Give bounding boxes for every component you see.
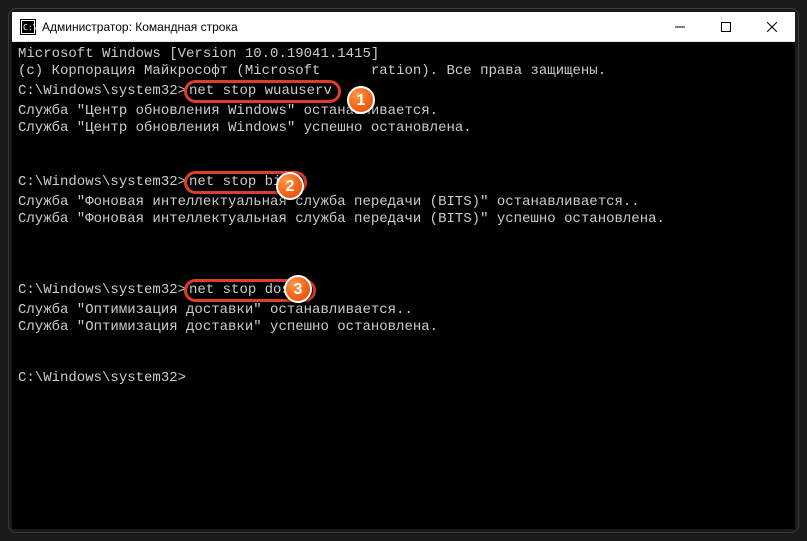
terminal-line: (c) Корпорация Майкрософт (Microsoft Cor… — [18, 63, 789, 80]
prompt: C:\Windows\system32> — [18, 370, 186, 386]
command-prompt-window: C:\ Администратор: Командная строка 1 2 … — [12, 12, 795, 529]
command-line-1: C:\Windows\system32>net stop wuauserv — [18, 80, 789, 103]
command-line-3: C:\Windows\system32>net stop dosvc — [18, 279, 789, 302]
prompt: C:\Windows\system32> — [18, 282, 186, 298]
terminal-line: Служба "Оптимизация доставки" останавлив… — [18, 302, 789, 319]
terminal-line — [18, 228, 789, 245]
step-badge-3: 3 — [284, 275, 312, 303]
terminal-line: Служба "Фоновая интеллектуальная служба … — [18, 194, 789, 211]
terminal-line: Служба "Фоновая интеллектуальная служба … — [18, 211, 789, 228]
step-badge-2: 2 — [276, 172, 304, 200]
terminal-line: Служба "Центр обновления Windows" успешн… — [18, 120, 789, 137]
window-title: Администратор: Командная строка — [42, 20, 657, 34]
close-button[interactable] — [749, 12, 795, 41]
prompt-line: C:\Windows\system32> — [18, 370, 789, 387]
terminal-line: Служба "Центр обновления Windows" остана… — [18, 103, 789, 120]
minimize-button[interactable] — [657, 12, 703, 41]
terminal-line — [18, 353, 789, 370]
prompt: C:\Windows\system32> — [18, 83, 186, 99]
terminal-line — [18, 245, 789, 262]
terminal-line: Microsoft Windows [Version 10.0.19041.14… — [18, 46, 789, 63]
command-highlight-1: net stop wuauserv — [184, 80, 341, 103]
maximize-button[interactable] — [703, 12, 749, 41]
terminal-line — [18, 336, 789, 353]
svg-text:C:\: C:\ — [23, 23, 36, 32]
terminal-line: Служба "Оптимизация доставки" успешно ос… — [18, 319, 789, 336]
terminal-line — [18, 137, 789, 154]
terminal-line — [18, 262, 789, 279]
window-controls — [657, 12, 795, 41]
prompt: C:\Windows\system32> — [18, 174, 186, 190]
command-line-2: C:\Windows\system32>net stop bits — [18, 171, 789, 194]
app-icon: C:\ — [20, 19, 36, 35]
step-badge-1: 1 — [347, 86, 375, 114]
terminal-line — [18, 154, 789, 171]
titlebar[interactable]: C:\ Администратор: Командная строка — [12, 12, 795, 42]
terminal-output[interactable]: 1 2 3 Microsoft Windows [Version 10.0.19… — [12, 42, 795, 529]
